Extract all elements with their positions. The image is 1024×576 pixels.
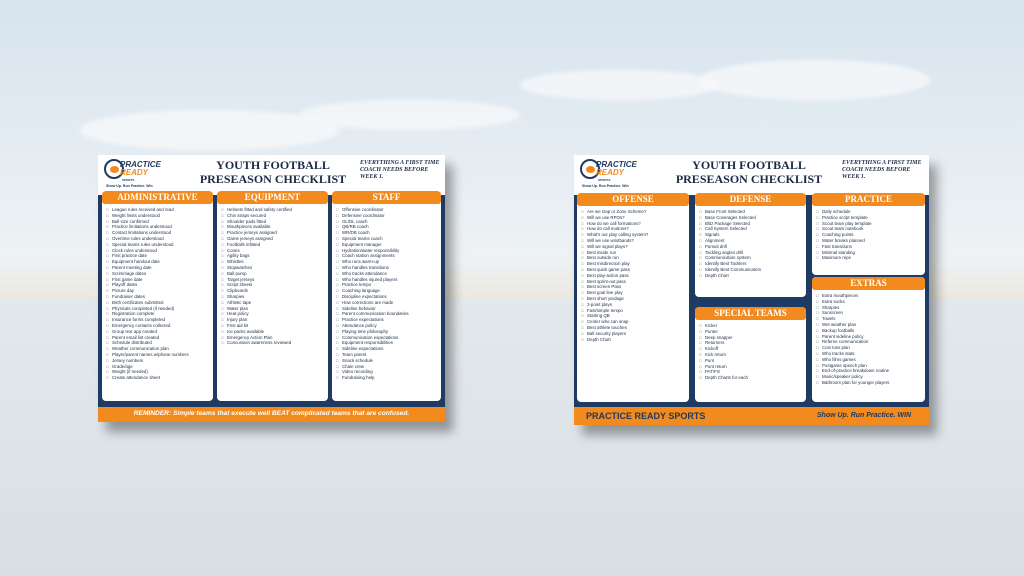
checklist-item: Bathroom plan for younger players [816, 380, 923, 386]
extras-column: EXTRAS Extra mouthpiecesExtra socksSharp… [812, 277, 925, 402]
checklist-item: Depth Charts for each [699, 375, 804, 381]
footer-slogan: Show Up. Run Practice. WIN [816, 412, 911, 419]
checklist: Extra mouthpiecesExtra socksSharpiesSuns… [816, 293, 923, 386]
practice-ready-logo: PRACTICE READY SPORTS Show Up. Run Pract… [580, 159, 637, 191]
tagline: EVERYTHING A FIRST TIME COACH NEEDS BEFO… [842, 160, 922, 180]
cloud [700, 60, 930, 100]
checklist: League rules received and readWeight lim… [106, 207, 211, 381]
column-heading: SPECIAL TEAMS [695, 307, 806, 320]
checklist: Helmets fitted and safety certifiedChin … [221, 207, 326, 346]
column-heading: STAFF [332, 191, 441, 204]
administrative-column: ADMINISTRATIVE League rules received and… [102, 191, 213, 401]
defense-column: DEFENSE Base Front SelectedBase Coverage… [695, 193, 806, 297]
column-heading: PRACTICE [812, 193, 925, 206]
checklist: Are we Gap or Zone Scheme?Will we use RP… [581, 209, 687, 342]
logo-text: SPORTS [598, 178, 611, 182]
checklist-item: Fundraising help [336, 375, 439, 381]
page-title: YOUTH FOOTBALL PRESEASON CHECKLIST [675, 158, 823, 186]
footer-brand: PRACTICE READY SPORTS [586, 411, 706, 421]
tagline: EVERYTHING A FIRST TIME COACH NEEDS BEFO… [360, 160, 440, 180]
practice-column: PRACTICE Daily schedulePractice script t… [812, 193, 925, 275]
column-heading: EXTRAS [812, 277, 925, 290]
reminder-banner: REMINDER: Simple teams that execute well… [98, 407, 445, 422]
checklist-item: Maximum reps [816, 255, 923, 261]
checklist: Offensive coordinatorDefensive coordinat… [336, 207, 439, 381]
checklist: Base Front SelectedBase Coverages Select… [699, 209, 804, 279]
left-checklist-card: PRACTICE READY SPORTS Show Up. Run Pract… [98, 155, 445, 422]
card-header: PRACTICE READY SPORTS Show Up. Run Pract… [98, 155, 445, 195]
column-heading: ADMINISTRATIVE [102, 191, 213, 204]
reminder-text: REMINDER: Simple teams that execute well… [133, 410, 410, 417]
checklist-item: Concussion awareness reviewed [221, 340, 326, 346]
logo-tagline: Show Up. Run Practice. Win [582, 184, 629, 188]
checklist: KickerPunterDeep snapperReturnersKickoff… [699, 323, 804, 381]
logo-text: READY [120, 168, 149, 177]
right-checklist-card: PRACTICE READY SPORTS Show Up. Run Pract… [574, 155, 929, 425]
logo-tagline: Show Up. Run Practice. Win [106, 184, 153, 188]
cloud [520, 70, 720, 100]
checklist-item: Create attendance sheet [106, 375, 211, 381]
offense-column: OFFENSE Are we Gap or Zone Scheme?Will w… [577, 193, 689, 402]
column-heading: OFFENSE [577, 193, 689, 206]
footer-banner: PRACTICE READY SPORTS Show Up. Run Pract… [574, 407, 929, 425]
column-heading: DEFENSE [695, 193, 806, 206]
column-heading: EQUIPMENT [217, 191, 328, 204]
card-header: PRACTICE READY SPORTS Show Up. Run Pract… [574, 155, 929, 195]
special-teams-column: SPECIAL TEAMS KickerPunterDeep snapperRe… [695, 307, 806, 402]
checklist-item: Depth Chart [699, 273, 804, 279]
equipment-column: EQUIPMENT Helmets fitted and safety cert… [217, 191, 328, 401]
practice-ready-logo: PRACTICE READY SPORTS Show Up. Run Pract… [104, 159, 161, 191]
cloud [300, 100, 520, 130]
checklist: Daily schedulePractice script templateSc… [816, 209, 923, 261]
page-title: YOUTH FOOTBALL PRESEASON CHECKLIST [199, 158, 347, 186]
staff-column: STAFF Offensive coordinatorDefensive coo… [332, 191, 441, 401]
logo-text: SPORTS [122, 178, 135, 182]
logo-text: READY [596, 168, 625, 177]
checklist-item: Depth Chart [581, 337, 687, 343]
